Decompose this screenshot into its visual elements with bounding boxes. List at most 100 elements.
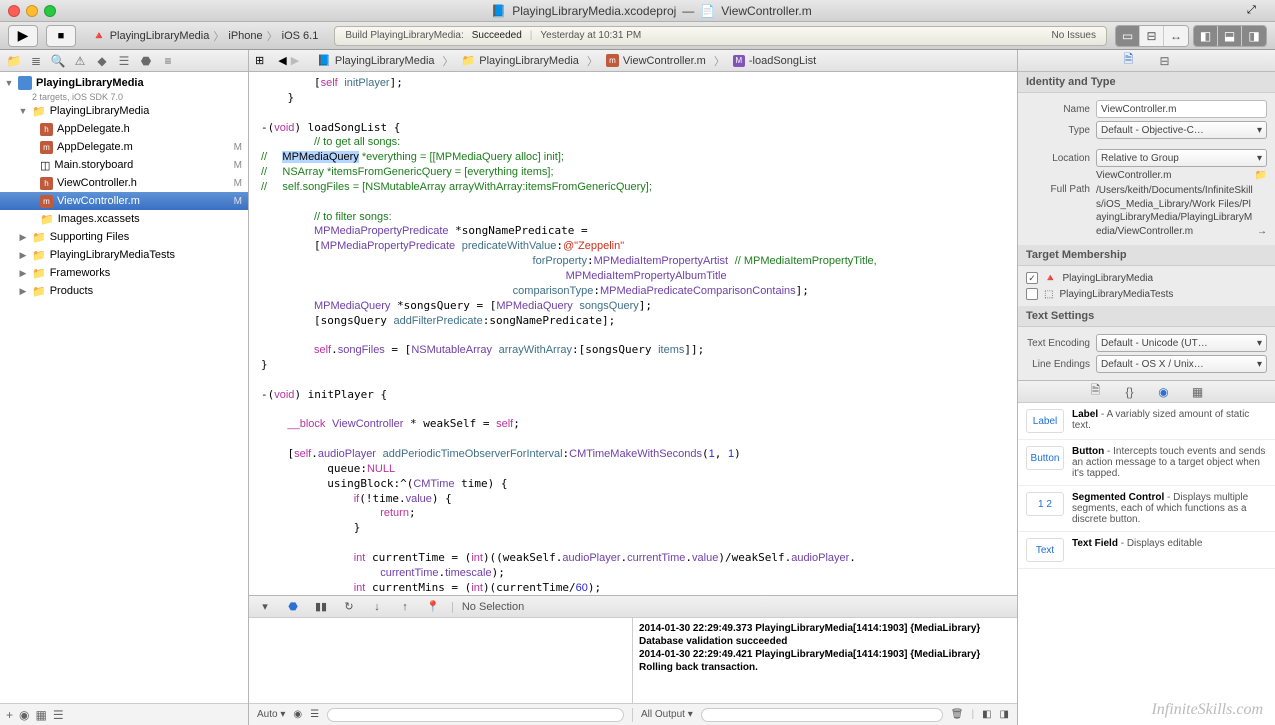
breakpoints-icon[interactable]: ⬣ (283, 599, 303, 615)
media-library-tab[interactable]: ▦ (1190, 384, 1206, 400)
target-membership-row[interactable]: ✓🔺PlayingLibraryMedia (1026, 270, 1267, 286)
step-in-icon[interactable]: ↓ (367, 599, 387, 615)
project-title: PlayingLibraryMedia.xcodeproj (512, 4, 676, 18)
window-title: 📘 PlayingLibraryMedia.xcodeproj — 📄 View… (56, 4, 1247, 18)
library-item[interactable]: TextText Field - Displays editable (1018, 532, 1275, 569)
file-inspector-tab[interactable]: 🗎 (1121, 53, 1137, 69)
group-item[interactable]: ▼📁PlayingLibraryMedia (0, 102, 248, 120)
jump-symbol[interactable]: M-loadSongList (729, 55, 820, 67)
step-out-icon[interactable]: ↑ (395, 599, 415, 615)
filter-icon[interactable]: ☰ (53, 708, 64, 722)
object-library-tab[interactable]: ◉ (1156, 384, 1172, 400)
stop-button[interactable]: ■ (46, 25, 76, 47)
debug-toggle-button[interactable]: ⬓ (1218, 26, 1242, 46)
step-over-icon[interactable]: ↻ (339, 599, 359, 615)
debug-navigator-icon[interactable]: ☰ (116, 53, 132, 69)
file-item[interactable]: mAppDelegate.mM (0, 138, 248, 156)
list-icon[interactable]: ☰ (310, 709, 319, 720)
forward-button[interactable]: ▶ (291, 54, 299, 67)
inspector-toggle-button[interactable]: ◨ (1242, 26, 1266, 46)
location-select[interactable]: Relative to Group▾ (1096, 149, 1267, 167)
jump-bar[interactable]: ⊞ ◀ ▶ 📘PlayingLibraryMedia 〉 📁PlayingLib… (249, 50, 1017, 72)
file-type-select[interactable]: Default - Objective-C…▾ (1096, 121, 1267, 139)
assistant-editor-button[interactable]: ⊟ (1140, 26, 1164, 46)
console-pane[interactable]: 2014-01-30 22:29:49.373 PlayingLibraryMe… (633, 618, 1017, 703)
object-library-list[interactable]: LabelLabel - A variably sized amount of … (1018, 403, 1275, 725)
location-icon[interactable]: 📍 (423, 599, 443, 615)
search-navigator-icon[interactable]: 🔍 (50, 53, 66, 69)
code-snippet-tab[interactable]: {} (1122, 384, 1138, 400)
eye-icon[interactable]: ◉ (293, 709, 302, 720)
recent-icon[interactable]: ◉ (19, 708, 29, 722)
file-item[interactable]: ▶📁Supporting Files (0, 228, 248, 246)
pane-right-icon[interactable]: ◨ (1000, 709, 1009, 720)
impl-file-icon: m (40, 141, 53, 154)
file-item[interactable]: hViewController.hM (0, 174, 248, 192)
encoding-select[interactable]: Default - Unicode (UT…▾ (1096, 334, 1267, 352)
target-checkbox[interactable] (1026, 288, 1038, 300)
scheme-selector[interactable]: 🔺 PlayingLibraryMedia 〉 iPhone 〉 iOS 6.1 (84, 26, 326, 46)
pause-icon[interactable]: ▮▮ (311, 599, 331, 615)
panel-toggle-selector[interactable]: ◧ ⬓ ◨ (1193, 25, 1267, 47)
window-titlebar: 📘 PlayingLibraryMedia.xcodeproj — 📄 View… (0, 0, 1275, 22)
hide-debug-icon[interactable]: ▾ (255, 599, 275, 615)
test-navigator-icon[interactable]: ◆ (94, 53, 110, 69)
group-item[interactable]: ▶📁Frameworks (0, 264, 248, 282)
project-root[interactable]: ▼ PlayingLibraryMedia (0, 74, 248, 92)
auto-scope-selector[interactable]: Auto ▾ (257, 709, 285, 720)
issue-navigator-icon[interactable]: ⚠ (72, 53, 88, 69)
folder-chooser-icon[interactable]: 📁 (1255, 170, 1267, 181)
project-file-icon: 📘 (491, 4, 506, 18)
file-item[interactable]: mViewController.mM (0, 192, 248, 210)
back-button[interactable]: ◀ (278, 54, 286, 67)
breakpoint-navigator-icon[interactable]: ⬣ (138, 53, 154, 69)
fullscreen-icon[interactable]: ⤢ (1247, 4, 1267, 17)
folder-icon: 📁 (32, 285, 46, 298)
pane-left-icon[interactable]: ◧ (982, 709, 991, 720)
standard-editor-button[interactable]: ▭ (1116, 26, 1140, 46)
jump-group[interactable]: 📁PlayingLibraryMedia (458, 54, 583, 67)
library-item[interactable]: 1 2Segmented Control - Displays multiple… (1018, 486, 1275, 532)
add-icon[interactable]: + (6, 708, 13, 722)
lineendings-select[interactable]: Default - OS X / Unix…▾ (1096, 355, 1267, 373)
navigator-tab-bar: 📁 ≣ 🔍 ⚠ ◆ ☰ ⬣ ≡ (0, 50, 248, 72)
project-tree[interactable]: ▼ PlayingLibraryMedia 2 targets, iOS SDK… (0, 72, 248, 703)
file-item[interactable]: 📁Images.xcassets (0, 210, 248, 228)
text-settings-title: Text Settings (1018, 306, 1275, 327)
navigator-toggle-button[interactable]: ◧ (1194, 26, 1218, 46)
file-template-tab[interactable]: 🗎 (1088, 384, 1104, 400)
reveal-icon[interactable]: → (1257, 225, 1267, 239)
zoom-window-button[interactable] (44, 5, 56, 17)
jump-file[interactable]: mViewController.m (602, 54, 710, 67)
symbol-navigator-icon[interactable]: ≣ (28, 53, 44, 69)
console-filter[interactable] (701, 708, 943, 722)
version-editor-button[interactable]: ↔ (1164, 26, 1188, 46)
file-name-field[interactable]: ViewController.m (1096, 100, 1267, 118)
trash-icon[interactable]: 🗑 (951, 709, 964, 720)
library-item[interactable]: ButtonButton - Intercepts touch events a… (1018, 440, 1275, 486)
group-item[interactable]: ▶📁Products (0, 282, 248, 300)
scm-icon[interactable]: ▦ (36, 708, 47, 722)
folder-icon: 📁 (32, 267, 46, 280)
run-button[interactable]: ▶ (8, 25, 38, 47)
editor-mode-selector[interactable]: ▭ ⊟ ↔ (1115, 25, 1189, 47)
assets-icon: 📁 (40, 213, 54, 226)
minimize-window-button[interactable] (26, 5, 38, 17)
variables-filter[interactable] (327, 708, 624, 722)
source-editor[interactable]: [self initPlayer]; } -(void) loadSongLis… (249, 72, 1017, 595)
impl-file-icon: m (40, 195, 53, 208)
target-checkbox[interactable]: ✓ (1026, 272, 1038, 284)
group-item[interactable]: ▶📁PlayingLibraryMediaTests (0, 246, 248, 264)
all-output-selector[interactable]: All Output ▾ (641, 709, 693, 720)
log-navigator-icon[interactable]: ≡ (160, 53, 176, 69)
jump-project[interactable]: 📘PlayingLibraryMedia (313, 54, 438, 67)
library-item[interactable]: LabelLabel - A variably sized amount of … (1018, 403, 1275, 440)
file-item[interactable]: ◫Main.storyboardM (0, 156, 248, 174)
close-window-button[interactable] (8, 5, 20, 17)
quick-help-tab[interactable]: ⊟ (1157, 53, 1173, 69)
file-item[interactable]: hAppDelegate.h (0, 120, 248, 138)
project-navigator-icon[interactable]: 📁 (6, 53, 22, 69)
related-items-icon[interactable]: ⊞ (255, 54, 264, 67)
variables-pane[interactable] (249, 618, 633, 703)
target-membership-row[interactable]: ⬚PlayingLibraryMediaTests (1026, 286, 1267, 302)
